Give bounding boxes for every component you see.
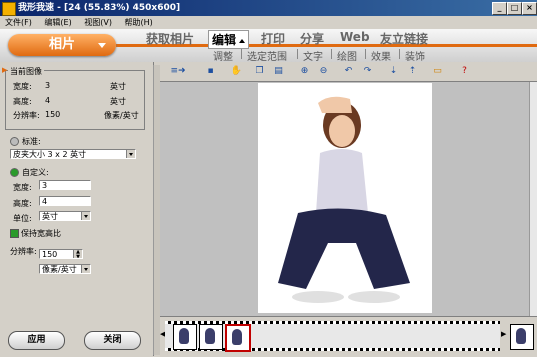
collapse-arrow-icon[interactable]: ▶ — [2, 66, 7, 74]
edited-photo[interactable] — [258, 83, 432, 313]
help-icon[interactable]: ? — [458, 65, 471, 78]
vertical-scrollbar[interactable] — [529, 82, 537, 316]
standard-size-select[interactable]: 皮夹大小 3 x 2 英寸 — [10, 149, 136, 159]
width-unit: 英寸 — [110, 82, 126, 91]
photo-mode-button[interactable]: 相片 — [8, 34, 116, 56]
menu-help[interactable]: 帮助(H) — [120, 16, 158, 29]
tab-get-photo[interactable]: 获取相片 — [146, 30, 194, 47]
app-icon — [2, 2, 16, 16]
standard-radio[interactable] — [10, 137, 19, 146]
thumbnail-preview[interactable] — [510, 324, 534, 350]
tab-edit[interactable]: 编辑 — [208, 30, 250, 49]
custom-width-input[interactable]: 3 — [39, 180, 91, 190]
custom-height-input[interactable]: 4 — [39, 196, 91, 206]
height-unit: 英寸 — [110, 97, 126, 106]
keep-ratio-label: 保持宽高比 — [21, 229, 61, 238]
height-label: 高度: — [13, 97, 32, 106]
zoom-out-icon[interactable]: ⊖ — [317, 65, 330, 78]
output-resolution-label: 分辨率: — [10, 247, 37, 256]
menu-bar: 文件(F) 编辑(E) 视图(V) 帮助(H) — [0, 16, 537, 29]
zoom-in-icon[interactable]: ⊕ — [298, 65, 311, 78]
subtab-adjust[interactable]: 调整 — [213, 48, 233, 63]
resolution-unit-value: 像素/英寸 — [42, 265, 77, 274]
unit-value: 英寸 — [42, 212, 58, 221]
window-title: 我形我速 - [24 (55.83%) 450x600] — [18, 3, 181, 13]
custom-width-label: 宽度: — [13, 183, 32, 192]
subtab-select-area[interactable]: 选定范围 — [247, 48, 287, 63]
subtab-separator — [241, 49, 242, 59]
subtab-separator — [331, 49, 332, 59]
subtab-decorate[interactable]: 装饰 — [405, 48, 425, 63]
custom-radio[interactable] — [10, 168, 19, 177]
resolution-stepper-value: 150 — [42, 250, 58, 259]
title-bar: 我形我速 - [24 (55.83%) 450x600] _ □ × — [0, 0, 537, 16]
spinner-icon[interactable]: ▲ ▼ — [73, 250, 82, 258]
minimize-button[interactable]: _ — [492, 2, 507, 15]
tab-web[interactable]: Web — [340, 30, 370, 44]
keep-ratio-checkbox[interactable] — [10, 229, 19, 238]
caret-up-icon — [239, 38, 246, 43]
save-icon[interactable]: ▪ — [204, 65, 217, 78]
chevron-down-icon — [126, 150, 135, 158]
subtab-separator — [365, 49, 366, 59]
photo-illustration — [278, 96, 410, 303]
pan-hand-icon[interactable]: ✋ — [230, 65, 243, 78]
custom-label: 自定义: — [22, 168, 49, 177]
menu-view[interactable]: 视图(V) — [79, 16, 117, 29]
panel-collapse-bar[interactable] — [153, 65, 160, 355]
standard-size-value: 皮夹大小 3 x 2 英寸 — [13, 150, 87, 159]
resolution-value: 150 — [45, 110, 61, 119]
subtab-text[interactable]: 文字 — [303, 48, 323, 63]
resolution-label: 分辨率: — [13, 111, 40, 120]
thumbnail-selected[interactable] — [225, 324, 251, 352]
thumbnail-figure — [205, 328, 215, 344]
thumbnail-figure — [516, 328, 526, 344]
image-frame-icon[interactable]: ▭ — [431, 65, 444, 78]
thumbnail[interactable] — [173, 324, 197, 350]
menu-file[interactable]: 文件(F) — [0, 16, 37, 29]
subtab-effects[interactable]: 效果 — [371, 48, 391, 63]
maximize-button[interactable]: □ — [507, 2, 522, 15]
thumbnail[interactable] — [199, 324, 223, 350]
subtab-separator — [399, 49, 400, 59]
thumbnail-figure — [232, 329, 242, 345]
unit-label: 单位: — [13, 214, 32, 223]
tab-share[interactable]: 分享 — [300, 30, 324, 47]
unit-select[interactable]: 英寸 — [39, 211, 91, 221]
close-button[interactable]: 关闭 — [84, 331, 141, 350]
paste-icon[interactable]: ▤ — [272, 65, 285, 78]
thumbnail-figure — [179, 328, 189, 344]
resolution-unit-select[interactable]: 像素/英寸 — [39, 264, 91, 274]
width-label: 宽度: — [13, 82, 32, 91]
width-value: 3 — [45, 81, 51, 90]
tab-print[interactable]: 打印 — [261, 30, 285, 47]
import-icon[interactable]: ⇣ — [387, 65, 400, 78]
menu-edit[interactable]: 编辑(E) — [39, 16, 76, 29]
close-window-button[interactable]: × — [522, 2, 537, 15]
tab-ulead-link[interactable]: 友立链接 — [380, 30, 428, 47]
resolution-stepper[interactable]: 150 ▲ ▼ — [39, 249, 83, 259]
subtab-separator — [297, 49, 298, 59]
scroll-right-icon[interactable]: ▶ — [501, 330, 506, 338]
photo-mode-label: 相片 — [48, 37, 75, 52]
undo-history-icon[interactable]: ≡➜ — [164, 65, 192, 78]
export-icon[interactable]: ⇡ — [406, 65, 419, 78]
chevron-down-icon — [81, 212, 90, 220]
chevron-down-icon — [98, 43, 106, 48]
resolution-unit: 像素/英寸 — [104, 111, 139, 120]
subtab-draw[interactable]: 绘图 — [337, 48, 357, 63]
chevron-down-icon — [81, 265, 90, 273]
rotate-left-icon[interactable]: ↶ — [342, 65, 355, 78]
height-value: 4 — [45, 96, 51, 105]
custom-height-label: 高度: — [13, 199, 32, 208]
apply-button[interactable]: 应用 — [8, 331, 65, 350]
rotate-right-icon[interactable]: ↷ — [361, 65, 374, 78]
standard-label: 标准: — [22, 137, 41, 146]
copy-icon[interactable]: ❐ — [253, 65, 266, 78]
current-image-title: 当前图像 — [8, 66, 44, 77]
tab-edit-label: 编辑 — [212, 33, 237, 47]
